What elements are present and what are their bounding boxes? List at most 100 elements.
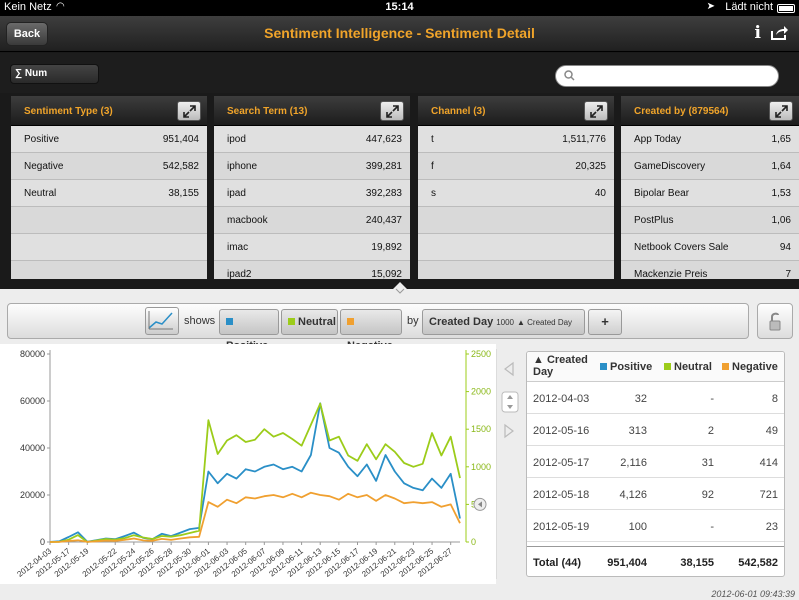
list-item[interactable] [11,261,207,279]
dimension-panel: Channel (3) t 1,511,776 f 20,325 s 40 [418,96,614,279]
list-item[interactable]: macbook 240,437 [214,207,410,234]
negative-swatch [722,363,729,370]
table-row[interactable]: 2012-05-17 2,116 31 414 [527,447,784,478]
item-value: 542,582 [162,161,199,172]
total-label: Total (44) [533,557,582,569]
cell-negative: 414 [759,457,778,469]
panel-header: Channel (3) [418,96,614,126]
neutral-swatch [664,363,671,370]
list-item[interactable]: iphone 399,281 [214,153,410,180]
y-tick-label-right: 1000 [471,462,491,472]
dimension-label: Created Day [429,316,494,328]
col-neutral[interactable]: Neutral [664,361,712,373]
cell-day: 2012-05-18 [533,489,590,501]
list-item[interactable]: Mackenzie Preis 7 [621,261,799,279]
cell-neutral: - [710,393,714,405]
item-label: t [431,134,434,145]
y-tick-label-right: 2000 [471,387,491,397]
cell-neutral: 92 [701,489,714,501]
panel-header: Created by (879564) [621,96,799,126]
list-item[interactable]: Negative 542,582 [11,153,207,180]
measure-chip-negative[interactable]: Negative [340,309,402,352]
list-item[interactable]: ipad2 15,092 [214,261,410,279]
list-item[interactable]: t 1,511,776 [418,126,614,153]
chart-type-toggle[interactable] [145,307,179,335]
positive-swatch [226,318,233,325]
cell-neutral: - [710,521,714,533]
list-item[interactable]: PostPlus 1,06 [621,207,799,234]
col-negative[interactable]: Negative [722,361,778,373]
expand-icon [386,105,399,118]
cell-neutral: 2 [707,425,714,437]
list-item[interactable]: ipad 392,283 [214,180,410,207]
scroll-right-icon[interactable] [504,423,514,439]
measure-chip-neutral[interactable]: Neutral [281,309,338,335]
col-created-day[interactable]: ▲ Created Day [533,354,595,378]
negative-swatch [347,318,354,325]
page-title: Sentiment Intelligence - Sentiment Detai… [264,25,535,41]
dimension-panel: Sentiment Type (3) Positive 951,404 Negativ… [11,96,207,279]
scroll-left-icon[interactable] [504,361,514,377]
item-label: Bipolar Bear [634,188,690,199]
item-value: 94 [779,242,791,253]
item-label: s [431,188,436,199]
expand-button[interactable] [584,101,608,121]
list-item[interactable]: s 40 [418,180,614,207]
lock-button[interactable] [757,303,793,339]
table-row[interactable]: 2012-04-03 32 - 8 [527,383,784,414]
list-item[interactable] [418,234,614,261]
item-label: ipod [227,134,246,145]
item-value: 951,404 [162,134,199,145]
list-item[interactable]: Neutral 38,155 [11,180,207,207]
list-item[interactable] [11,207,207,234]
measure-label: Neutral [298,316,336,328]
search-input[interactable] [555,65,779,87]
location-icon: ➤ [706,1,715,12]
positive-swatch [600,363,607,370]
sentiment-line-chart[interactable]: 0200004000060000800000500100015002000250… [0,344,496,584]
col-positive[interactable]: Positive [600,361,652,373]
status-bar: Kein Netz ◠ 15:14 ➤ Lädt nicht [0,0,799,16]
info-icon[interactable]: i [755,23,761,43]
list-item[interactable] [418,261,614,279]
num-measure-button[interactable]: ∑ Num [10,64,99,84]
y-tick-label-left: 40000 [20,443,45,453]
table-row[interactable]: 2012-05-19 100 - 23 [527,511,784,542]
item-value: 7 [785,269,791,279]
cell-day: 2012-05-16 [533,425,590,437]
list-item[interactable]: imac 19,892 [214,234,410,261]
list-item[interactable] [418,207,614,234]
list-item[interactable] [11,234,207,261]
cell-negative: 23 [765,521,778,533]
expand-button[interactable] [769,101,793,121]
cell-negative: 721 [759,489,778,501]
y-tick-label-right: 0 [471,537,476,547]
expand-button[interactable] [380,101,404,121]
list-item[interactable]: Positive 951,404 [11,126,207,153]
shows-label: shows [184,315,216,327]
table-row[interactable]: 2012-05-16 313 2 49 [527,415,784,446]
list-item[interactable]: GameDiscovery 1,64 [621,153,799,180]
col-label: Negative [732,361,778,373]
cell-positive: 2,116 [620,457,647,469]
item-label: Mackenzie Preis [634,269,708,279]
dimension-panel: Created by (879564) App Today 1,65 GameDisc… [621,96,799,279]
tool-row: ∑ Num [0,53,799,93]
list-item[interactable]: Netbook Covers Sale 94 [621,234,799,261]
list-item[interactable]: f 20,325 [418,153,614,180]
add-dimension-button[interactable]: + [588,309,622,335]
list-item[interactable]: ipod 447,623 [214,126,410,153]
cell-day: 2012-05-19 [533,521,590,533]
cell-positive: 32 [634,393,647,405]
y-tick-label-left: 60000 [20,396,45,406]
share-icon[interactable] [770,25,789,41]
item-label: Positive [24,134,60,145]
dimension-chip[interactable]: Created Day 1000 ▲ Created Day [422,309,585,335]
item-label: ipad [227,188,246,199]
item-label: ipad2 [227,269,252,279]
expand-button[interactable] [177,101,201,121]
table-row[interactable]: 2012-05-18 4,126 92 721 [527,479,784,510]
measure-chip-positive[interactable]: Positive [219,309,279,352]
list-item[interactable]: Bipolar Bear 1,53 [621,180,799,207]
list-item[interactable]: App Today 1,65 [621,126,799,153]
